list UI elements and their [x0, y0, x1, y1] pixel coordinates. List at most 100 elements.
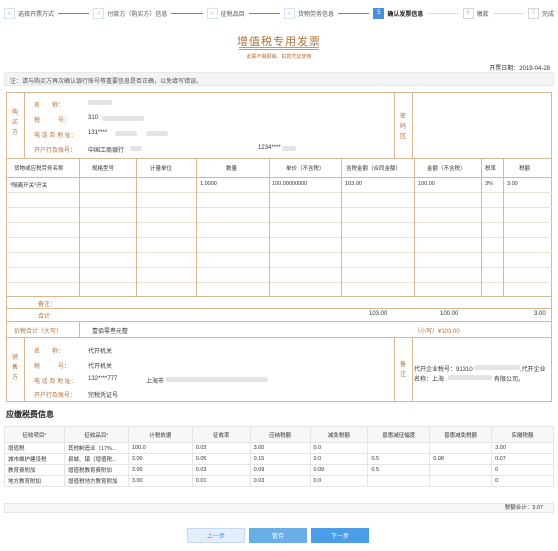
buyer-name-label: 名 称：	[34, 103, 65, 109]
tax-cell: 增值税	[4, 442, 65, 454]
seller-addr-city: 上海市	[146, 379, 165, 385]
step-6-label: 缴款	[476, 11, 489, 18]
step-5-number: 5	[373, 7, 385, 19]
total-net: 100.00	[440, 311, 459, 317]
step-4-check-icon: ✓	[283, 7, 295, 19]
tax-total: 税额合计：3.07	[4, 503, 554, 513]
remark-label: 备注：	[38, 302, 57, 308]
tax-cell: 0.01	[191, 475, 251, 487]
step-3-check-icon: ✓	[206, 7, 218, 19]
total-gross: 103.00	[369, 311, 388, 317]
buyer-bank-label: 开户行及账号：	[34, 148, 77, 154]
total-label: 合计	[38, 314, 51, 320]
seller-addr-value: 132****777	[88, 376, 118, 382]
table-row: 教育费附加 增值税教育费附加 3.00 0.03 0.09 0.09 0.5 0	[4, 464, 554, 476]
tax-table-header: 征收项目* 征收品目* 计税依据 征收率 应纳税额 减免税额 普惠减征幅度 普惠…	[4, 426, 554, 443]
buyer-side-label: 购买方	[11, 110, 18, 136]
tax-cell: 0.07	[491, 453, 554, 465]
tax-col-reduction-amount: 普惠减免税额	[429, 426, 493, 443]
tax-table: 征收项目* 征收品目* 计税依据 征收率 应纳税额 减免税额 普惠减征幅度 普惠…	[4, 426, 554, 487]
progress-steps: ✓ 选择开票方式 ✓ 付款方（购买方）信息 ✓ 征税品目 ✓ 货物劳务信息 5 确认发票信…	[4, 6, 554, 20]
step-1-check-icon: ✓	[4, 7, 15, 19]
step-1-label: 选择开票方式	[18, 11, 55, 18]
seller-addr-label: 电 话 及 地 址：	[34, 379, 77, 385]
prev-button[interactable]: 上一步	[187, 528, 245, 543]
tax-col-actual: 实缴税额	[491, 426, 554, 443]
seller-bank-label: 开户行及账号：	[34, 393, 77, 399]
seller-tax-label: 税 号：	[34, 364, 71, 370]
table-row: 增值税 其他制造业（17%... 100.0 0.03 3.00 0.0 3.0…	[4, 442, 554, 454]
total-tax: 3.00	[534, 311, 546, 317]
tax-cell: 0	[491, 464, 554, 476]
buyer-addr-value: 131****	[88, 130, 108, 136]
seller-remark-label: 备注	[399, 362, 406, 378]
goods-row-qty: 1.0000	[200, 181, 217, 187]
step-7: 7 完成	[527, 6, 554, 20]
seller-side-label: 销售方	[11, 355, 18, 381]
goods-header-gross: 含税金额（合同金额）	[346, 166, 402, 172]
tax-cell: 3.00	[127, 464, 193, 476]
goods-header-rate: 税率	[485, 166, 497, 172]
tax-cell: 增值税教育费附加	[63, 464, 129, 476]
buyer-bank-redacted	[130, 146, 142, 151]
goods-header-tax: 税额	[519, 166, 531, 172]
tax-cell: 0.03	[249, 475, 311, 487]
invoice-subtitle: 此联不做报销、扣款凭证使用	[246, 54, 312, 60]
buyer-account-value: 1234****	[258, 145, 281, 151]
step-5: 5 确认发票信息	[373, 6, 423, 20]
tax-cell	[367, 442, 431, 454]
tax-cell	[429, 475, 493, 487]
tax-cell: 0.5	[367, 464, 431, 476]
step-connector	[489, 6, 528, 20]
tax-cell: 3.00	[127, 475, 193, 487]
tax-cell: 0.03	[191, 442, 251, 454]
tax-cell: 100.0	[127, 442, 193, 454]
next-button[interactable]: 下一步	[311, 528, 369, 543]
tax-cell: 0	[491, 475, 554, 487]
seller-remark-line1b: ,代开企业	[520, 367, 546, 373]
goods-header-net: 金额（不含税）	[427, 166, 466, 172]
seller-remark-line1: 代开企业税号：91310	[414, 367, 473, 373]
seller-name-value: 代开机关	[88, 349, 113, 355]
seller-remark-redacted	[474, 365, 520, 370]
step-2-label: 付款方（购买方）信息	[107, 11, 168, 18]
tax-col-relief: 减免税额	[309, 426, 369, 443]
tax-cell: 3.00	[249, 442, 311, 454]
buyer-addr-redacted	[146, 131, 168, 136]
goods-header-price: 单价（不含税）	[286, 166, 325, 172]
tax-cell	[367, 475, 431, 487]
tax-cell: 0.0	[309, 475, 369, 487]
title-underline	[239, 49, 319, 50]
seller-bank-value: 完税凭证号	[88, 393, 119, 399]
tax-cell: 0.08	[429, 453, 493, 465]
issue-date: 开票日期：2019-04-28	[489, 66, 550, 72]
tax-cell	[429, 464, 493, 476]
title-underline	[239, 47, 319, 48]
goods-row-name: *隔离开关*开关	[10, 183, 48, 189]
invoice-frame	[6, 92, 552, 402]
tax-cell: 城市维护建设税	[4, 453, 65, 465]
tax-cell: 0.09	[249, 464, 311, 476]
save-button[interactable]: 暂存	[249, 528, 307, 543]
buyer-name-value	[88, 100, 112, 105]
goods-row-rate: 3%	[485, 181, 493, 187]
price-tax-lower: （小写）¥103.00	[414, 329, 460, 335]
step-7-label: 完成	[541, 11, 554, 18]
seller-addr-redacted	[166, 377, 268, 382]
step-1: ✓ 选择开票方式	[4, 6, 54, 20]
tax-cell: 0.05	[191, 453, 251, 465]
seller-name-label: 名 称：	[34, 349, 65, 355]
step-connector	[54, 6, 93, 20]
password-area-label: 密码区	[399, 114, 406, 140]
step-connector	[167, 6, 206, 20]
tax-cell: 增值税地方教育附加	[63, 475, 129, 487]
tax-cell: 3.00	[491, 442, 554, 454]
buyer-tax-label: 税 号：	[34, 118, 71, 124]
step-2: ✓ 付款方（购买方）信息	[93, 6, 167, 20]
seller-remark-line2: 名称：上海	[414, 377, 445, 383]
tax-section-title: 应缴税费信息	[6, 410, 54, 419]
notice-banner: 注：请与购买方再次确认银行账号等重要信息是否正确，以免填写错误。	[4, 72, 554, 86]
tax-cell: 0.5	[367, 453, 431, 465]
tax-col-rate: 征收率	[191, 426, 251, 443]
step-2-check-icon: ✓	[93, 7, 105, 19]
